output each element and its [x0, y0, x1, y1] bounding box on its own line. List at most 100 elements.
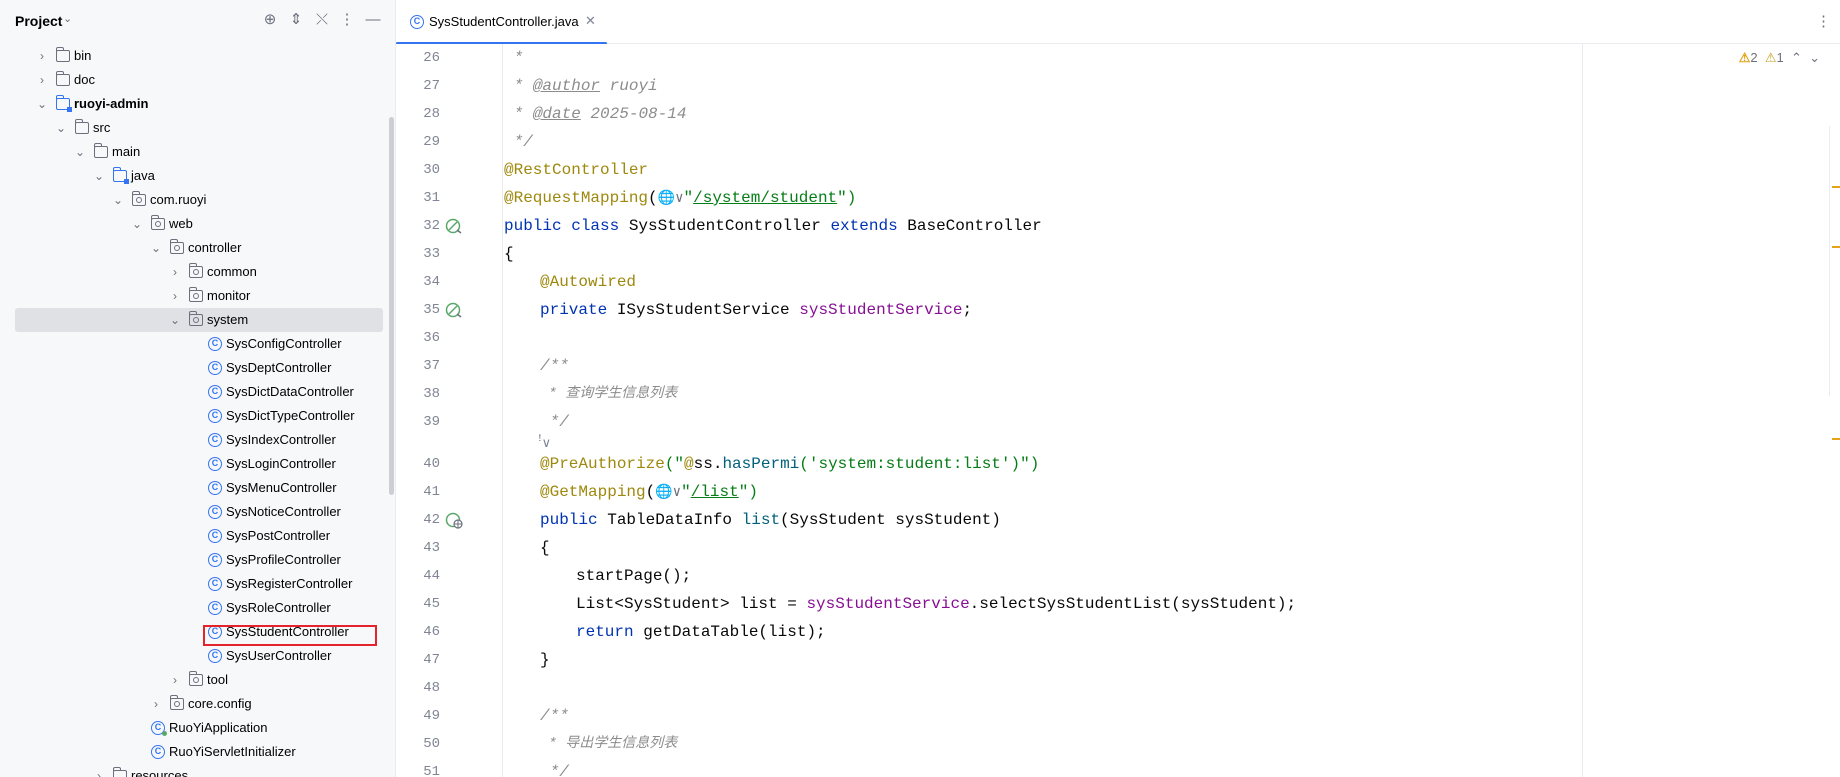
globe-icon[interactable]: 🌐∨	[655, 485, 681, 501]
collapse-all-icon[interactable]: ⤬	[313, 11, 331, 29]
options-icon[interactable]: ⋮	[338, 11, 356, 29]
tree-item-system[interactable]: ⌄ system	[0, 308, 384, 332]
chevron-right-icon[interactable]: ›	[168, 260, 182, 284]
project-title[interactable]: Project	[15, 13, 62, 29]
tree-item-class[interactable]: C SysDeptController	[0, 356, 384, 380]
code-line-34: @Autowired	[540, 268, 636, 296]
tree-item-common[interactable]: › common	[0, 260, 384, 284]
tree-item-java[interactable]: ⌄ java	[0, 164, 384, 188]
hide-panel-icon[interactable]: —	[364, 11, 382, 29]
chevron-right-icon[interactable]: ›	[168, 668, 182, 692]
comment-text: /**	[540, 357, 569, 375]
line-number: 45	[423, 596, 440, 612]
chevron-right-icon[interactable]: ›	[35, 44, 49, 68]
tree-item-label: SysDictTypeController	[226, 408, 355, 423]
tree-item-core-config[interactable]: › core.config	[0, 692, 384, 716]
tree-item-class[interactable]: C SysMenuController	[0, 476, 384, 500]
chevron-down-icon[interactable]: ⌄	[130, 212, 144, 236]
tree-item-com-ruoyi[interactable]: ⌄ com.ruoyi	[0, 188, 384, 212]
tab-sysstudentcontroller[interactable]: C SysStudentController.java ✕	[396, 0, 607, 45]
tree-item-class[interactable]: C SysUserController	[0, 644, 384, 668]
expand-all-icon[interactable]: ⇕	[287, 11, 305, 29]
web-endpoint-icon[interactable]	[445, 511, 463, 529]
tree-item-monitor[interactable]: › monitor	[0, 284, 384, 308]
locate-icon[interactable]: ⊕	[261, 11, 279, 29]
tree-item-class[interactable]: C SysDictTypeController	[0, 404, 384, 428]
type-name: ISysStudentService	[607, 301, 800, 319]
line-number: 26	[423, 50, 440, 66]
tree-item-class[interactable]: C SysConfigController	[0, 332, 384, 356]
comment-text: 2025-08-14	[580, 105, 687, 123]
chevron-down-icon[interactable]: ⌄	[92, 164, 106, 188]
tree-item-class[interactable]: C SysProfileController	[0, 548, 384, 572]
tree-item-ruoyiapplication[interactable]: C RuoYiApplication	[0, 716, 384, 740]
class-icon: C	[208, 553, 222, 567]
previous-highlight-icon[interactable]: ⌃	[1791, 50, 1802, 65]
tree-item-class[interactable]: C SysLoginController	[0, 452, 384, 476]
chevron-down-icon[interactable]: ⌄	[149, 236, 163, 260]
tree-item-tool[interactable]: › tool	[0, 668, 384, 692]
class-icon: C	[208, 529, 222, 543]
spring-bean-icon[interactable]	[445, 217, 463, 235]
line-number: 31	[423, 190, 440, 206]
tree-item-ruoyi-admin[interactable]: ⌄ ruoyi-admin	[0, 92, 384, 116]
code-line-44: startPage();	[576, 562, 691, 590]
url-link[interactable]: /list	[691, 483, 739, 501]
tree-item-label: monitor	[207, 288, 251, 303]
tree-item-class[interactable]: C SysRoleController	[0, 596, 384, 620]
code-editor[interactable]: ⚠2 ⚠1 ⌃ ⌄ 26 27 28 29 30 31 32 33 34 35 …	[396, 44, 1840, 777]
tree-item-class[interactable]: C SysPostController	[0, 524, 384, 548]
type-name: TableDataInfo	[597, 511, 742, 529]
spring-bean-icon[interactable]	[445, 301, 463, 319]
tree-item-class[interactable]: C SysDictDataController	[0, 380, 384, 404]
chevron-down-icon[interactable]: ⌄	[111, 188, 125, 212]
folder-icon	[55, 71, 70, 86]
package-icon	[188, 263, 203, 278]
line-number: 36	[423, 330, 440, 346]
chevron-right-icon[interactable]: ›	[92, 764, 106, 777]
next-highlight-icon[interactable]: ⌄	[1809, 50, 1820, 65]
tree-item-ruoyiservletinitializer[interactable]: C RuoYiServletInitializer	[0, 740, 384, 764]
globe-icon[interactable]: 🌐∨	[658, 191, 684, 207]
tree-item-label: SysUserController	[226, 648, 332, 663]
editor-scrollbar[interactable]	[1829, 126, 1840, 440]
code-line-51: */	[540, 758, 569, 777]
javadoc-tag: @date	[532, 105, 581, 123]
inlay-hint-icon[interactable]: ꜝ∨	[538, 435, 551, 451]
code-text: {	[540, 539, 550, 557]
tree-item-label: SysDeptController	[226, 360, 332, 375]
line-number: 43	[423, 540, 440, 556]
tree-item-controller[interactable]: ⌄ controller	[0, 236, 384, 260]
warning-icon: ⚠	[1738, 50, 1751, 65]
tree-scrollbar[interactable]	[389, 117, 394, 495]
string-literal: "	[683, 189, 694, 207]
tree-item-src[interactable]: ⌄ src	[0, 116, 384, 140]
tree-item-class[interactable]: C SysRegisterController	[0, 572, 384, 596]
chevron-down-icon[interactable]: ⌄	[63, 12, 72, 25]
close-icon[interactable]: ✕	[585, 13, 596, 29]
tree-item-main[interactable]: ⌄ main	[0, 140, 384, 164]
url-link[interactable]: /system/student	[693, 189, 837, 207]
chevron-down-icon[interactable]: ⌄	[35, 92, 49, 116]
tree-item-doc[interactable]: › doc	[0, 68, 384, 92]
tree-item-bin[interactable]: › bin	[0, 44, 384, 68]
folder-icon	[74, 119, 89, 134]
comment-text: ruoyi	[600, 77, 658, 95]
project-header: Project ⌄ ⊕ ⇕ ⤬ ⋮ —	[0, 0, 395, 44]
tree-item-label: src	[93, 120, 111, 135]
tree-item-class[interactable]: C SysNoticeController	[0, 500, 384, 524]
chevron-right-icon[interactable]: ›	[35, 68, 49, 92]
field-name: sysStudentService	[799, 301, 963, 319]
tree-item-resources[interactable]: › resources	[0, 764, 384, 777]
class-icon: C	[208, 601, 222, 615]
code-line-42: public TableDataInfo list(SysStudent sys…	[540, 506, 1001, 534]
chevron-down-icon[interactable]: ⌄	[54, 116, 68, 140]
chevron-right-icon[interactable]: ›	[149, 692, 163, 716]
more-options-icon[interactable]: ⋮	[1816, 12, 1831, 30]
tree-item-web[interactable]: ⌄ web	[0, 212, 384, 236]
inspection-widget[interactable]: ⚠2 ⚠1 ⌃ ⌄	[1739, 50, 1820, 66]
tree-item-class[interactable]: C SysIndexController	[0, 428, 384, 452]
chevron-right-icon[interactable]: ›	[168, 284, 182, 308]
chevron-down-icon[interactable]: ⌄	[168, 308, 182, 332]
chevron-down-icon[interactable]: ⌄	[73, 140, 87, 164]
